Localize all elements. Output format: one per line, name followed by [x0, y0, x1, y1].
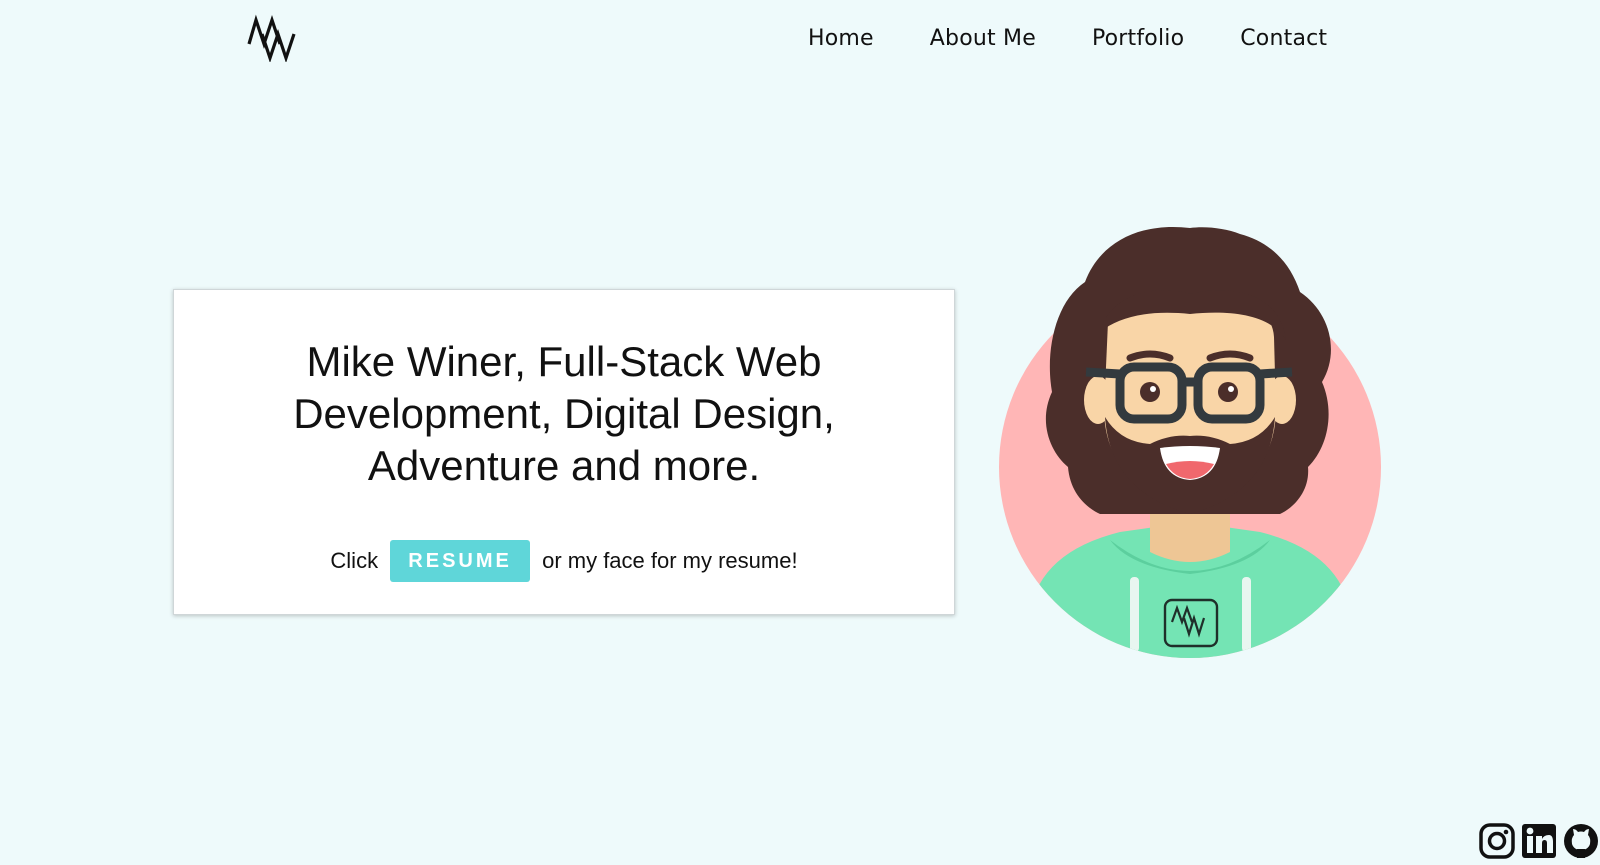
cta-suffix-text: or my face for my resume! — [542, 548, 798, 573]
intro-card: Mike Winer, Full-Stack Web Development, … — [173, 289, 955, 615]
linkedin-icon[interactable] — [1520, 822, 1558, 860]
main-nav: Home About Me Portfolio Contact — [808, 24, 1327, 54]
avatar-illustration[interactable] — [990, 222, 1390, 672]
social-links — [1478, 822, 1600, 860]
hero-headline: Mike Winer, Full-Stack Web Development, … — [293, 338, 835, 489]
nav-about-link[interactable]: About Me — [930, 24, 1036, 54]
logo-icon[interactable] — [246, 14, 298, 62]
resume-button[interactable]: RESUME — [390, 540, 531, 582]
github-icon[interactable] — [1562, 822, 1600, 860]
cta-prefix-text: Click — [330, 548, 379, 573]
nav-home-link[interactable]: Home — [808, 24, 874, 54]
instagram-icon[interactable] — [1478, 822, 1516, 860]
nav-contact-link[interactable]: Contact — [1240, 24, 1327, 54]
nav-portfolio-link[interactable]: Portfolio — [1092, 24, 1184, 54]
resume-cta-row: Click RESUME or my face for my resume! — [174, 540, 954, 582]
